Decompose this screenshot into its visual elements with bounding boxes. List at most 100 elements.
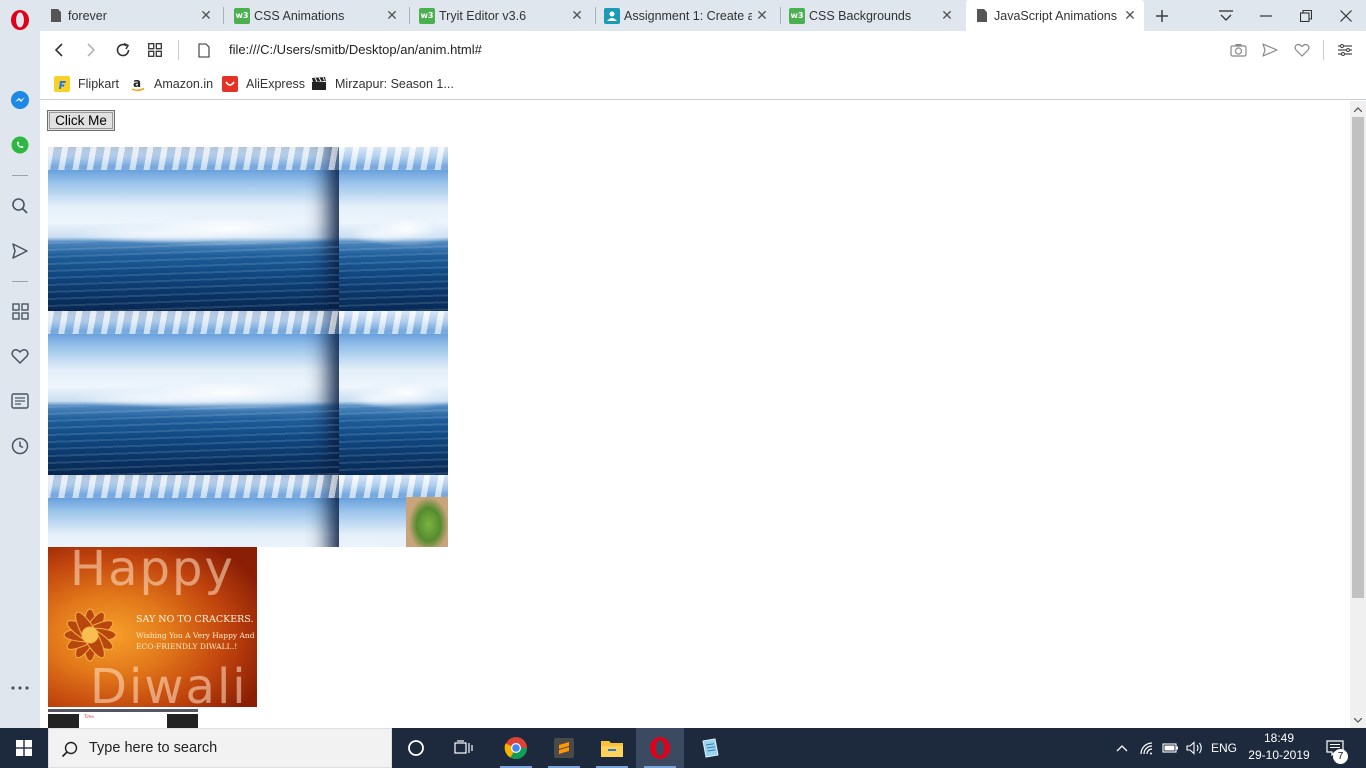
snapshot-icon[interactable] [1226,38,1250,62]
diwali-happy-text: Happy [70,547,235,597]
start-button[interactable] [0,728,48,768]
flipkart-icon [54,76,70,92]
tab-title: Assignment 1: Create a s [624,8,752,23]
close-icon[interactable]: ✕ [196,7,216,24]
close-icon[interactable]: ✕ [1120,7,1140,24]
more-icon[interactable] [0,673,40,703]
scroll-up-arrow-icon[interactable] [1350,101,1366,117]
address-divider [178,40,179,60]
bookmark-flipkart[interactable]: Flipkart [54,75,119,93]
clock-time[interactable]: 18:49 [1246,731,1312,745]
diwali-wishes: Wishing You A Very Happy And ECO-FRIENDL… [136,630,255,652]
back-button[interactable] [47,38,71,62]
svg-text:a: a [133,76,141,90]
forward-button[interactable] [79,38,103,62]
scroll-thumb[interactable] [1352,117,1364,598]
sidebar-divider [12,281,28,282]
tab-css-animations[interactable]: w3 CSS Animations ✕ [226,0,406,31]
vertical-scrollbar[interactable] [1350,101,1366,728]
volume-icon[interactable] [1184,728,1206,768]
amazon-icon: a [130,76,146,92]
opera-logo-icon[interactable] [0,4,40,36]
w3schools-icon: w3 [789,7,805,24]
thumbnail-text: Time [84,714,94,719]
task-view-icon[interactable] [440,728,488,768]
reload-button[interactable] [111,38,135,62]
battery-icon[interactable] [1160,728,1182,768]
sublime-text-icon[interactable] [540,728,588,768]
news-icon[interactable] [0,386,40,416]
opera-icon[interactable] [636,728,684,768]
click-me-button[interactable]: Click Me [47,110,115,131]
notification-count-badge: 7 [1333,749,1348,764]
send-icon[interactable] [0,236,40,266]
sea-image-tile [48,311,339,475]
notepad-icon[interactable] [686,728,734,768]
close-icon[interactable]: ✕ [382,7,402,24]
windows-logo-icon [16,740,32,756]
bookmark-aliexpress[interactable]: AliExpress [222,75,305,93]
tab-title: Tryit Editor v3.6 [439,8,527,23]
leaf-image [406,497,448,547]
messenger-icon[interactable] [0,85,40,115]
heart-icon[interactable] [0,341,40,371]
clock-date[interactable]: 29-10-2019 [1246,748,1312,762]
tab-forever[interactable]: forever ✕ [40,0,220,31]
send-icon[interactable] [1258,38,1282,62]
bookmark-label: AliExpress [246,77,306,91]
tab-javascript-animations[interactable]: JavaScript Animations fo ✕ [966,0,1144,31]
restore-button[interactable] [1286,0,1326,31]
w3schools-icon: w3 [419,7,435,24]
tab-css-backgrounds[interactable]: w3 CSS Backgrounds ✕ [781,0,961,31]
wifi-icon[interactable] [1137,728,1157,768]
close-window-button[interactable] [1326,0,1366,31]
diwali-wish-line: ECO-FRIENDLY DIWALI..! [136,642,238,651]
sea-image-tile [339,311,448,475]
close-icon[interactable]: ✕ [752,7,772,24]
taskbar-search-box[interactable]: Type here to search [48,728,392,768]
w3schools-icon: w3 [234,7,250,24]
bookmark-amazon[interactable]: a Amazon.in [130,75,213,93]
tab-assignment[interactable]: Assignment 1: Create a s ✕ [596,0,776,31]
history-icon[interactable] [0,431,40,461]
opera-sidebar [0,0,40,728]
new-tab-button[interactable] [1142,0,1182,31]
aliexpress-icon [222,76,238,92]
minimize-button[interactable] [1246,0,1286,31]
close-icon[interactable]: ✕ [567,7,587,24]
language-indicator[interactable]: ENG [1207,728,1241,768]
diwali-wish-line: Wishing You A Very Happy And [136,631,255,640]
bookmark-mirzapur[interactable]: Mirzapur: Season 1... [311,75,454,93]
url-field[interactable]: file:///C:/Users/smitb/Desktop/an/anim.h… [229,42,482,57]
tab-strip: forever ✕ w3 CSS Animations ✕ w3 Tryit E… [40,0,1366,31]
bookmark-label: Amazon.in [154,77,214,91]
sea-image-tile [339,147,448,311]
tab-tryit-editor[interactable]: w3 Tryit Editor v3.6 ✕ [411,0,591,31]
cortana-icon[interactable] [392,728,440,768]
close-icon[interactable]: ✕ [937,7,957,24]
tab-menu-icon[interactable] [1206,0,1246,31]
search-icon [61,741,78,758]
tab-title: JavaScript Animations fo [994,8,1120,23]
scroll-down-arrow-icon[interactable] [1350,712,1366,728]
bookmark-label: Flipkart [78,77,119,91]
search-placeholder: Type here to search [89,740,218,756]
heart-icon[interactable] [1290,38,1314,62]
diwali-image: Happy SAY NO TO CRACKERS. Wishing You A … [48,547,257,707]
tab-title: CSS Animations [254,8,345,23]
easy-setup-icon[interactable] [1333,38,1357,62]
chrome-icon[interactable] [492,728,540,768]
search-icon[interactable] [0,191,40,221]
speed-dial-button[interactable] [143,38,167,62]
speed-dial-icon[interactable] [0,296,40,326]
clapperboard-icon [311,76,327,92]
bookmark-label: Mirzapur: Season 1... [335,77,454,91]
diwali-word-text: Diwali [90,659,248,707]
whatsapp-icon[interactable] [0,130,40,160]
file-page-icon [192,38,216,62]
page-icon [48,8,64,24]
address-divider [1323,40,1324,60]
show-hidden-icons-icon[interactable] [1112,728,1132,768]
file-explorer-icon[interactable] [588,728,636,768]
classroom-icon [604,7,620,24]
